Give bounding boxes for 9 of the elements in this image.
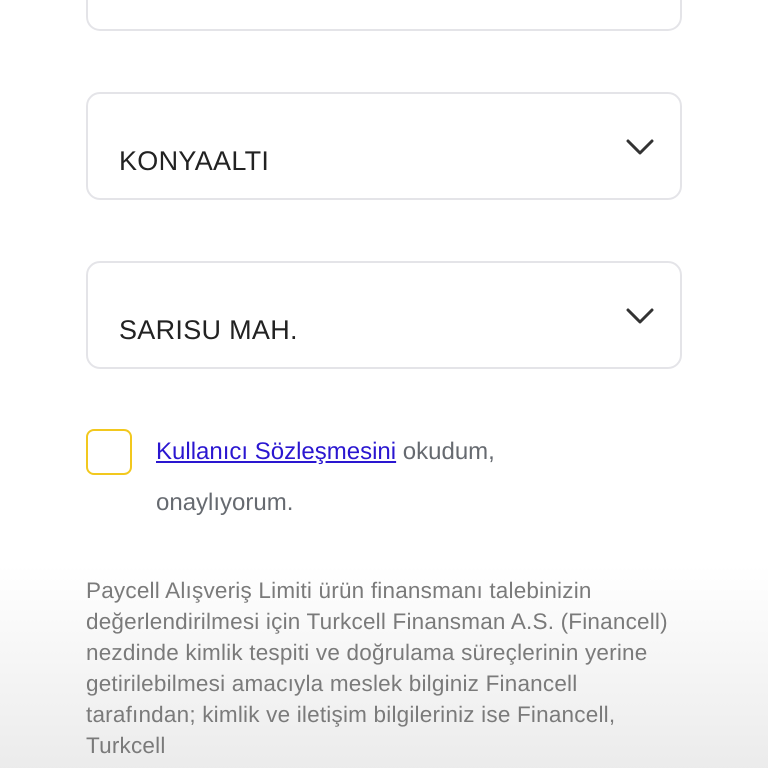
- checkbox[interactable]: [86, 429, 132, 475]
- disclosure-text: Paycell Alışveriş Limiti ürün finansmanı talebinizin değerlendirilmesi için Turkcell Finansman A.S. (Financell) nezdinde kimlik tespiti ve doğrulama süreçlerinin yerine getirilebilmesi amacıyla meslek bilginiz Financell tarafından; kimlik ve iletişim bilgileriniz ise Financell, Turkcell: [86, 577, 669, 760]
- chevron-down-icon: [626, 307, 654, 325]
- user-agreement-link[interactable]: Kullanıcı Sözleşmesini: [156, 438, 396, 465]
- dropdown-field[interactable]: KONYAALTI: [86, 92, 682, 200]
- dropdown-field[interactable]: SARISU MAH.: [86, 261, 682, 369]
- chevron-down-icon: [626, 138, 654, 156]
- agreement-text: Kullanıcı Sözleşmesini okudum, onaylıyorum.: [156, 437, 496, 518]
- dropdown-field[interactable]: [86, 0, 682, 31]
